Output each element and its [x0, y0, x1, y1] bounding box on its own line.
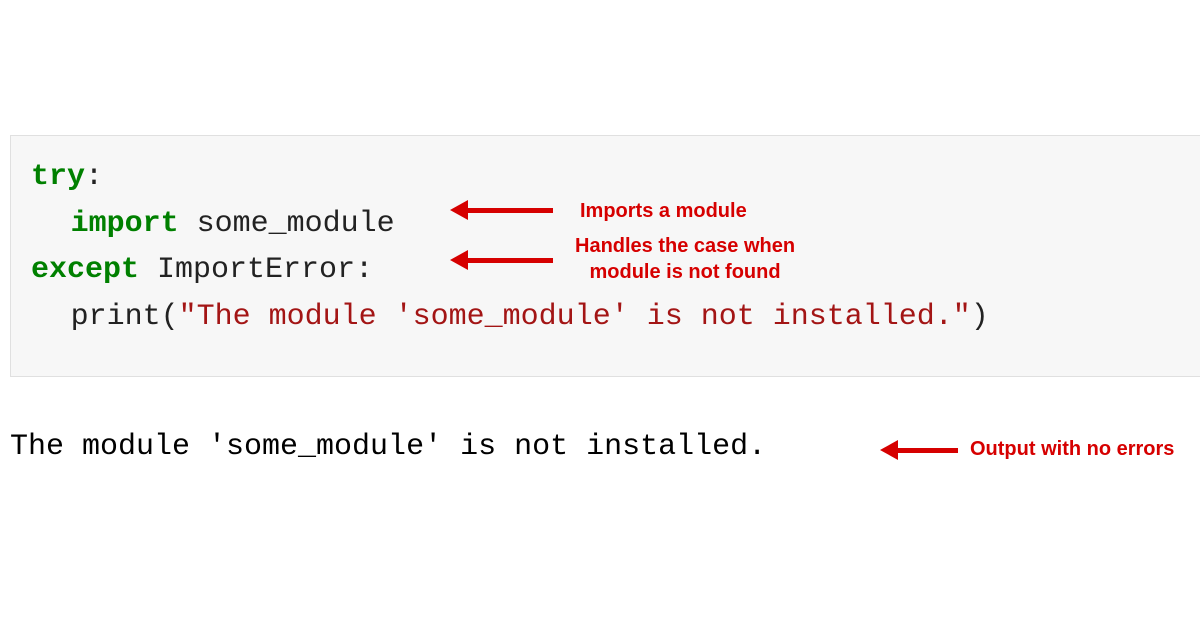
keyword-import: import — [71, 207, 179, 241]
string-literal: "The module 'some_module' is not install… — [179, 300, 971, 334]
annotation-imports-module: Imports a module — [580, 198, 747, 224]
arrow-icon — [880, 440, 958, 460]
annotation-output-no-errors: Output with no errors — [970, 436, 1174, 462]
exception-name: ImportError — [139, 253, 355, 287]
module-name: some_module — [179, 207, 395, 241]
code-line-1: try: — [31, 154, 1180, 201]
paren-open: ( — [161, 300, 179, 334]
paren-close: ) — [971, 300, 989, 334]
annotation-line: Handles the case when — [575, 233, 795, 259]
arrow-icon — [450, 200, 553, 220]
annotation-handles-case: Handles the case when module is not foun… — [575, 233, 795, 285]
keyword-try: try — [31, 160, 85, 194]
output-text: The module 'some_module' is not installe… — [10, 430, 766, 464]
colon: : — [85, 160, 103, 194]
annotation-line: module is not found — [575, 259, 795, 285]
function-name: print — [71, 300, 161, 334]
keyword-except: except — [31, 253, 139, 287]
arrow-icon — [450, 250, 553, 270]
colon: : — [355, 253, 373, 287]
code-line-4: print("The module 'some_module' is not i… — [31, 294, 1180, 341]
